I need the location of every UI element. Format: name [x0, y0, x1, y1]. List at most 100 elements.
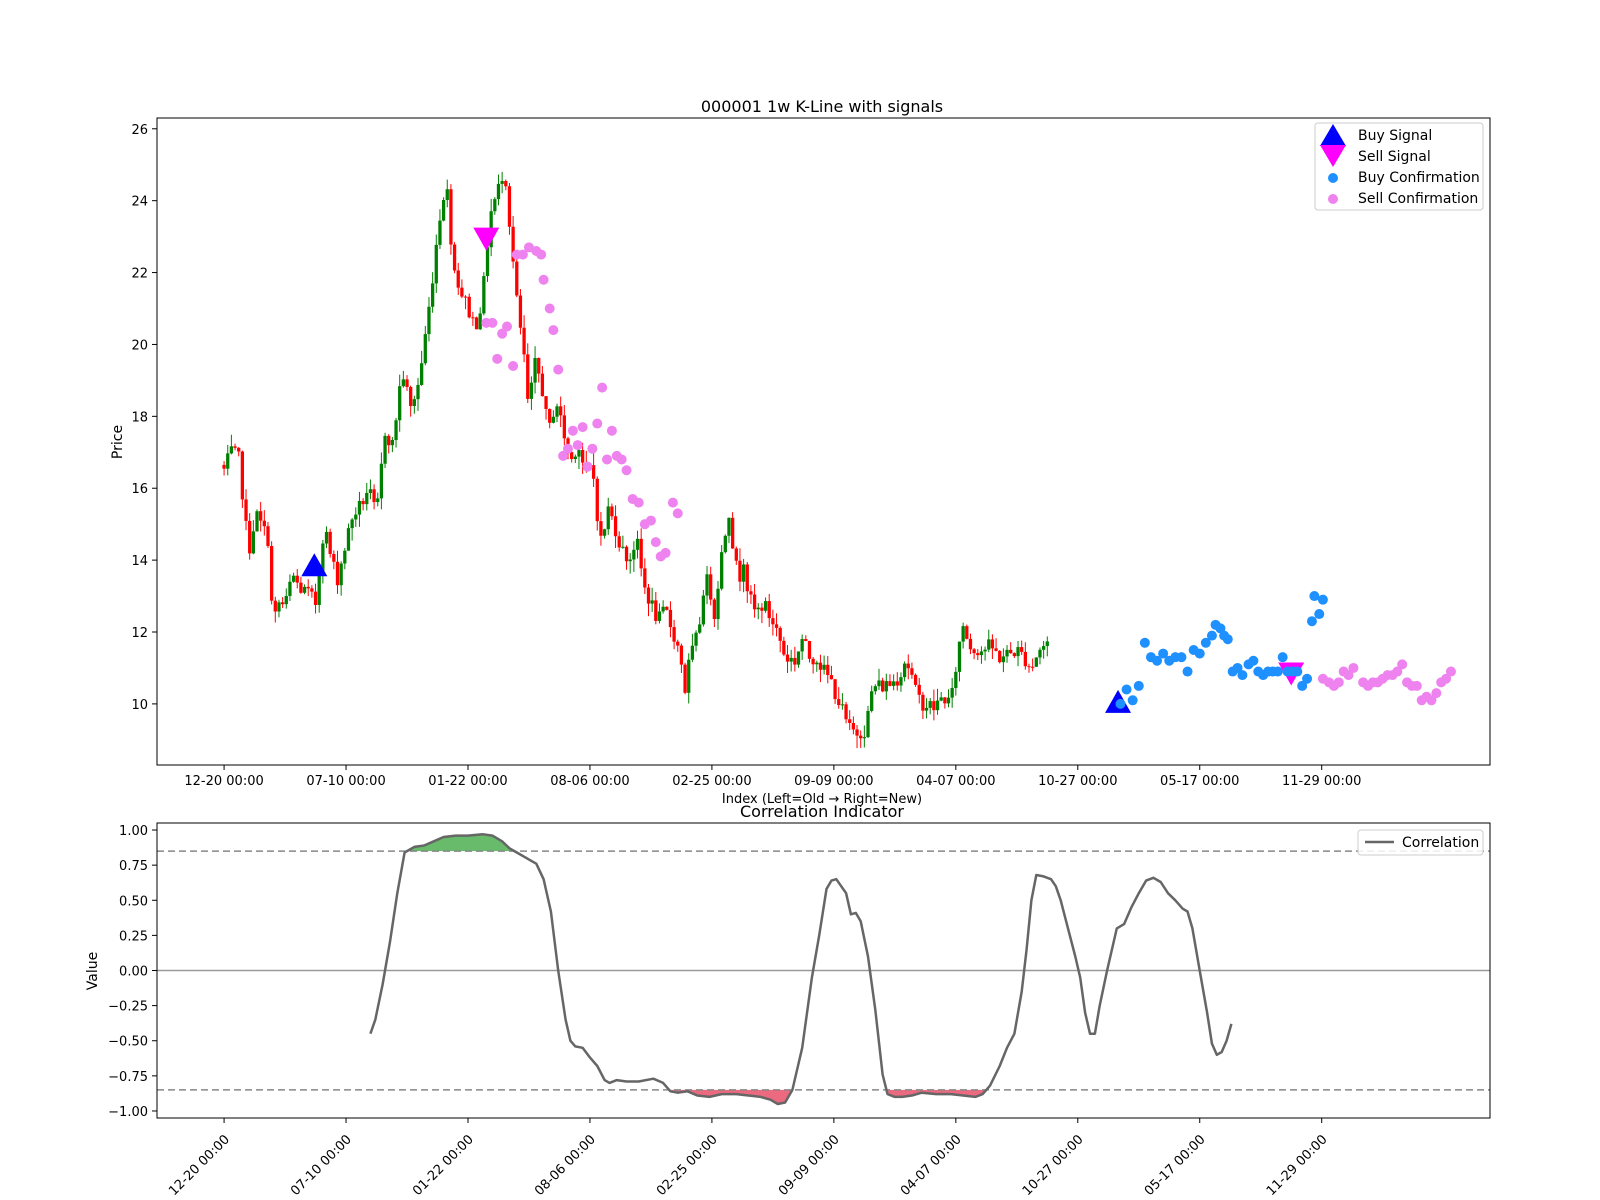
confirmation-point [667, 497, 678, 508]
confirmation-point [1317, 594, 1328, 605]
candle-body [782, 640, 786, 655]
candle-body [613, 516, 618, 537]
candle-body [416, 384, 420, 400]
candle-body [412, 399, 416, 407]
confirmation-point [1133, 680, 1144, 691]
candle-body [1034, 657, 1038, 667]
candle-body [767, 601, 771, 619]
candle-body [248, 520, 252, 554]
correlation-legend: Correlation [1357, 829, 1484, 856]
candle-body [573, 456, 577, 460]
candle-body [504, 180, 508, 187]
candle-body [672, 627, 676, 642]
candle-body [354, 514, 358, 520]
confirmation-point [1272, 666, 1283, 677]
candle-body [917, 684, 921, 695]
candle-body [515, 261, 519, 296]
candle-body [324, 531, 329, 544]
kline-ylabel: Price [110, 425, 126, 459]
candle-body [935, 700, 940, 711]
candle-body [987, 639, 991, 650]
candle-body [379, 463, 384, 499]
candle-body [346, 528, 351, 551]
candle-body [837, 699, 841, 706]
candle-body [570, 452, 574, 460]
confirmation-point [548, 325, 559, 336]
candle-body [756, 607, 760, 610]
correlation-ytick-label: 0.75 [119, 859, 148, 874]
kline-xtick-label: 05-17 00:00 [1160, 774, 1239, 789]
candle-body [701, 595, 706, 625]
candle-body [741, 564, 746, 582]
candle-body [870, 691, 874, 711]
confirmation-point [582, 461, 593, 472]
candle-body [518, 295, 523, 328]
candle-body [339, 563, 343, 586]
candle-body [859, 735, 863, 739]
candle-body [866, 710, 870, 738]
candle-body [430, 283, 435, 307]
candle-body [943, 697, 947, 704]
confirmation-point [587, 443, 598, 454]
candle-body [716, 588, 720, 620]
candle-body [387, 435, 391, 446]
candle-body [679, 645, 684, 665]
confirmation-point [592, 418, 603, 429]
kline-ytick-label: 16 [131, 482, 148, 497]
candle-body [240, 451, 245, 500]
kline-panel: 000001 1w K-Line with signals 10 12 14 16 18… [110, 97, 1491, 807]
candle-body [709, 574, 713, 600]
candle-body [365, 492, 369, 505]
candle-body [730, 517, 735, 549]
candle-body [471, 317, 475, 319]
candle-body [723, 535, 727, 553]
candle-body [284, 595, 288, 605]
kline-ytick-label: 12 [131, 626, 148, 641]
candle-body [694, 632, 698, 646]
candle-body [467, 296, 471, 318]
candle-body [789, 657, 793, 662]
candle-body [280, 602, 285, 605]
candle-body [957, 641, 962, 672]
candle-body [544, 396, 548, 409]
confirmation-point [538, 274, 549, 285]
candle-body [302, 586, 307, 593]
confirmation-point [1237, 670, 1248, 681]
confirmation-point [621, 465, 632, 476]
candle-body [833, 679, 837, 700]
candle-body [826, 664, 830, 676]
candle-body [818, 662, 823, 670]
candle-body [610, 506, 614, 517]
candle-body [983, 649, 987, 652]
confirmation-point [492, 353, 503, 364]
candle-body [460, 287, 464, 297]
legend-sell-confirmation-marker [1328, 194, 1338, 204]
candle-body [639, 538, 643, 569]
candle-body [635, 538, 640, 550]
confirmation-point [1248, 655, 1259, 666]
candle-body [906, 663, 910, 669]
candle-body [881, 680, 885, 692]
candle-body [328, 531, 332, 554]
candle-body [1031, 666, 1035, 668]
candle-body [815, 662, 819, 665]
candle-body [1045, 641, 1049, 647]
candle-body [632, 549, 636, 560]
candle-body [313, 591, 318, 605]
candle-body [683, 664, 687, 693]
legend-buy-confirmation-marker [1328, 173, 1338, 183]
candle-body [478, 313, 482, 330]
candle-body [251, 531, 255, 554]
kline-xtick-label: 04-07 00:00 [916, 774, 995, 789]
confirmation-point [597, 382, 608, 393]
candle-body [529, 382, 534, 399]
confirmation-point [1445, 666, 1456, 677]
candle-body [646, 587, 651, 604]
candle-body [643, 568, 647, 588]
correlation-ytick-label: 0.00 [119, 965, 148, 980]
confirmation-point [606, 425, 617, 436]
kline-xtick-label: 08-06 00:00 [550, 774, 629, 789]
candle-body [500, 180, 504, 184]
candle-body [628, 559, 632, 562]
kline-ytick-label: 10 [131, 698, 148, 713]
